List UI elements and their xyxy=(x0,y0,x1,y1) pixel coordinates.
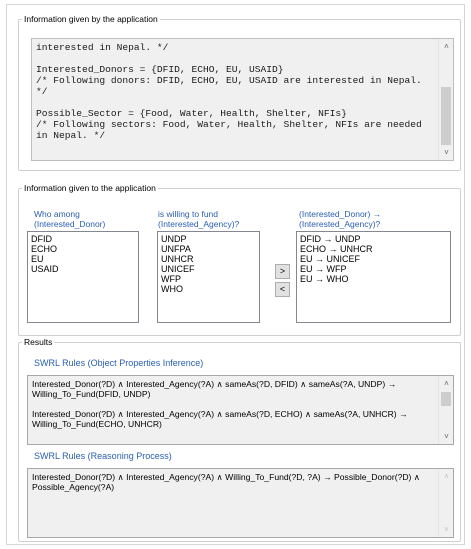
list-item[interactable]: EU xyxy=(31,254,135,264)
list-item[interactable]: WFP xyxy=(161,274,256,284)
reasoning-rules-text: Interested_Donor(?D) ∧ Interested_Agency… xyxy=(32,472,437,502)
list-item[interactable]: UNDP xyxy=(161,234,256,244)
chevron-up-icon[interactable]: ˄ xyxy=(439,39,453,54)
chevron-down-icon[interactable]: ˅ xyxy=(439,522,453,537)
list-item[interactable]: ECHO xyxy=(31,244,135,254)
list-item[interactable]: DFID xyxy=(31,234,135,244)
list-item[interactable]: ECHO → UNHCR xyxy=(300,244,447,254)
main-form: Information given by the application int… xyxy=(6,4,465,545)
app-info-scrollbar[interactable]: ˄ ˅ xyxy=(438,39,453,160)
object-rules-scrollbar[interactable]: ˄ ˅ xyxy=(438,376,453,444)
list-item[interactable]: UNHCR xyxy=(161,254,256,264)
results-legend: Results xyxy=(22,337,55,348)
list-item[interactable]: WHO xyxy=(161,284,256,294)
reasoning-rules-textbox[interactable]: Interested_Donor(?D) ∧ Interested_Agency… xyxy=(27,468,454,538)
object-rules-heading: SWRL Rules (Object Properties Inference) xyxy=(34,358,204,368)
object-rules-textbox[interactable]: Interested_Donor(?D) ∧ Interested_Agency… xyxy=(27,375,454,445)
donor-listbox[interactable]: DFID ECHO EU USAID xyxy=(27,231,139,323)
rule-item: Interested_Donor(?D) ∧ Interested_Agency… xyxy=(32,472,421,492)
chevron-down-icon[interactable]: ˅ xyxy=(439,145,453,160)
reasoning-rules-scrollbar[interactable]: ˄ ˅ xyxy=(438,469,453,537)
app-info-textbox[interactable]: interested in Nepal. */ Interested_Donor… xyxy=(31,38,454,161)
list-item[interactable]: EU → WFP xyxy=(300,264,447,274)
app-info-text: interested in Nepal. */ Interested_Donor… xyxy=(36,42,422,141)
remove-pair-button[interactable]: < xyxy=(275,282,290,297)
agency-listbox[interactable]: UNDP UNFPA UNHCR UNICEF WFP WHO xyxy=(157,231,260,323)
list-item[interactable]: DFID → UNDP xyxy=(300,234,447,244)
list-item[interactable]: EU → UNICEF xyxy=(300,254,447,264)
app-info-legend: Information given by the application xyxy=(22,14,160,25)
agency-column-caption: is willing to fund (Interested_Agency)? xyxy=(158,209,240,229)
reasoning-rules-heading: SWRL Rules (Reasoning Process) xyxy=(34,451,172,461)
chevron-up-icon[interactable]: ˄ xyxy=(439,469,453,484)
object-rules-text: Interested_Donor(?D) ∧ Interested_Agency… xyxy=(32,379,437,439)
scrollbar-thumb[interactable] xyxy=(441,392,451,406)
given-info-legend: Information given to the application xyxy=(22,183,158,194)
list-item[interactable]: UNFPA xyxy=(161,244,256,254)
list-item[interactable]: UNICEF xyxy=(161,264,256,274)
chevron-down-icon[interactable]: ˅ xyxy=(439,429,453,444)
rule-item: Interested_Donor(?D) ∧ Interested_Agency… xyxy=(32,379,397,399)
scrollbar-thumb[interactable] xyxy=(441,87,451,145)
list-item[interactable]: EU → WHO xyxy=(300,274,447,284)
pair-listbox[interactable]: DFID → UNDP ECHO → UNHCR EU → UNICEF EU … xyxy=(296,231,451,323)
donor-column-caption: Who among (Interested_Donor) xyxy=(34,209,106,229)
rule-item: Interested_Donor(?D) ∧ Interested_Agency… xyxy=(32,409,408,429)
add-pair-button[interactable]: > xyxy=(275,264,290,279)
chevron-up-icon[interactable]: ˄ xyxy=(439,376,453,391)
list-item[interactable]: USAID xyxy=(31,264,135,274)
pair-column-caption: (Interested_Donor) → (Interested_Agency)… xyxy=(299,209,382,229)
